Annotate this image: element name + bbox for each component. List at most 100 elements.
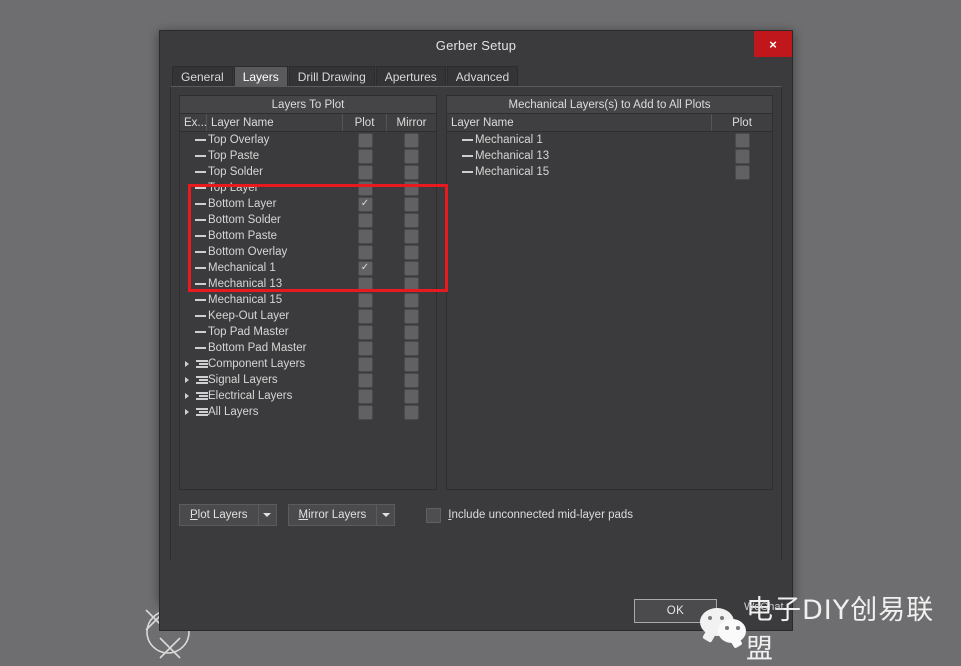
mirror-checkbox[interactable]: [404, 196, 419, 212]
layers-to-plot-list[interactable]: Top Overlay Top Paste Top Solder Top Layer B…: [179, 132, 437, 490]
mirror-checkbox[interactable]: [404, 260, 419, 276]
plot-checkbox-cell[interactable]: [343, 372, 387, 388]
mechanical-layers-list[interactable]: Mechanical 1 Mechanical 13 Mechanical 15: [446, 132, 773, 490]
tab-general[interactable]: General: [172, 66, 233, 86]
plot-checkbox[interactable]: [357, 212, 373, 228]
plot-checkbox-cell[interactable]: [343, 196, 387, 212]
mirror-checkbox-cell[interactable]: [387, 404, 436, 420]
tab-drill-drawing[interactable]: Drill Drawing: [288, 66, 375, 86]
mirror-checkbox[interactable]: [404, 308, 419, 324]
layer-row[interactable]: Mechanical 1: [180, 260, 436, 276]
plot-checkbox-cell[interactable]: [343, 292, 387, 308]
plot-checkbox-cell[interactable]: [343, 276, 387, 292]
plot-checkbox[interactable]: [357, 308, 373, 324]
mirror-checkbox[interactable]: [404, 276, 419, 292]
mirror-checkbox-cell[interactable]: [387, 372, 436, 388]
plot-checkbox-cell[interactable]: [343, 164, 387, 180]
expand-arrow-icon[interactable]: [180, 377, 193, 383]
mechanical-layer-row[interactable]: Mechanical 13: [447, 148, 772, 164]
include-unconnected-pads-row[interactable]: Include unconnected mid-layer pads: [426, 507, 633, 523]
mirror-layers-dropdown-arrow[interactable]: [376, 505, 394, 525]
mirror-checkbox-cell[interactable]: [387, 180, 436, 196]
layer-row[interactable]: Top Pad Master: [180, 324, 436, 340]
plot-checkbox[interactable]: [357, 292, 373, 308]
mirror-checkbox[interactable]: [404, 212, 419, 228]
plot-checkbox[interactable]: [357, 148, 373, 164]
mirror-checkbox[interactable]: [404, 372, 419, 388]
plot-checkbox-cell[interactable]: [343, 132, 387, 148]
mirror-checkbox[interactable]: [404, 340, 419, 356]
plot-checkbox[interactable]: [734, 164, 750, 180]
plot-checkbox[interactable]: [357, 164, 373, 180]
mirror-checkbox-cell[interactable]: [387, 196, 436, 212]
plot-checkbox[interactable]: [357, 260, 373, 276]
ok-button[interactable]: OK: [634, 599, 717, 623]
expand-arrow-icon[interactable]: [180, 361, 193, 367]
mirror-checkbox-cell[interactable]: [387, 276, 436, 292]
mirror-checkbox-cell[interactable]: [387, 292, 436, 308]
plot-checkbox[interactable]: [357, 276, 373, 292]
plot-checkbox[interactable]: [357, 180, 373, 196]
mirror-checkbox-cell[interactable]: [387, 356, 436, 372]
plot-layers-button[interactable]: Plot Layers: [179, 504, 277, 526]
layer-row[interactable]: Signal Layers: [180, 372, 436, 388]
layer-row[interactable]: Mechanical 15: [180, 292, 436, 308]
mirror-checkbox[interactable]: [404, 148, 419, 164]
plot-checkbox[interactable]: [357, 372, 373, 388]
mirror-checkbox[interactable]: [404, 388, 419, 404]
layer-row[interactable]: Bottom Overlay: [180, 244, 436, 260]
mirror-checkbox-cell[interactable]: [387, 148, 436, 164]
mirror-checkbox[interactable]: [404, 244, 419, 260]
plot-checkbox[interactable]: [357, 356, 373, 372]
plot-checkbox-cell[interactable]: [343, 260, 387, 276]
plot-checkbox[interactable]: [357, 244, 373, 260]
mirror-checkbox[interactable]: [404, 404, 419, 420]
plot-checkbox-cell[interactable]: [712, 164, 772, 180]
plot-checkbox-cell[interactable]: [343, 356, 387, 372]
plot-checkbox[interactable]: [357, 196, 373, 212]
tab-apertures[interactable]: Apertures: [375, 66, 446, 86]
plot-checkbox-cell[interactable]: [712, 148, 772, 164]
plot-checkbox-cell[interactable]: [343, 308, 387, 324]
layer-row[interactable]: Top Layer: [180, 180, 436, 196]
plot-checkbox-cell[interactable]: [343, 340, 387, 356]
mirror-checkbox-cell[interactable]: [387, 212, 436, 228]
mirror-checkbox-cell[interactable]: [387, 228, 436, 244]
mirror-checkbox[interactable]: [404, 356, 419, 372]
layer-row[interactable]: Bottom Pad Master: [180, 340, 436, 356]
plot-checkbox-cell[interactable]: [343, 180, 387, 196]
mirror-checkbox-cell[interactable]: [387, 132, 436, 148]
mirror-checkbox[interactable]: [404, 228, 419, 244]
plot-checkbox[interactable]: [734, 132, 750, 148]
layer-row[interactable]: Component Layers: [180, 356, 436, 372]
mirror-checkbox-cell[interactable]: [387, 388, 436, 404]
plot-checkbox-cell[interactable]: [343, 148, 387, 164]
mirror-checkbox-cell[interactable]: [387, 340, 436, 356]
plot-checkbox[interactable]: [357, 404, 373, 420]
plot-layers-dropdown-arrow[interactable]: [257, 505, 276, 525]
include-unconnected-pads-checkbox[interactable]: [426, 507, 442, 523]
layer-row[interactable]: Electrical Layers: [180, 388, 436, 404]
layer-row[interactable]: Top Paste: [180, 148, 436, 164]
mirror-checkbox-cell[interactable]: [387, 308, 436, 324]
layer-row[interactable]: Keep-Out Layer: [180, 308, 436, 324]
plot-checkbox[interactable]: [357, 324, 373, 340]
plot-checkbox-cell[interactable]: [343, 404, 387, 420]
plot-checkbox[interactable]: [357, 132, 373, 148]
mirror-layers-button[interactable]: Mirror Layers: [287, 504, 396, 526]
close-icon[interactable]: ×: [754, 31, 792, 57]
mirror-checkbox[interactable]: [404, 132, 419, 148]
mirror-checkbox-cell[interactable]: [387, 164, 436, 180]
mechanical-layer-row[interactable]: Mechanical 15: [447, 164, 772, 180]
mechanical-layer-row[interactable]: Mechanical 1: [447, 132, 772, 148]
layer-row[interactable]: All Layers: [180, 404, 436, 420]
layer-row[interactable]: Bottom Solder: [180, 212, 436, 228]
expand-arrow-icon[interactable]: [180, 409, 193, 415]
mirror-checkbox[interactable]: [404, 292, 419, 308]
plot-checkbox-cell[interactable]: [712, 132, 772, 148]
layer-row[interactable]: Bottom Paste: [180, 228, 436, 244]
plot-checkbox-cell[interactable]: [343, 244, 387, 260]
mirror-checkbox-cell[interactable]: [387, 260, 436, 276]
plot-checkbox-cell[interactable]: [343, 324, 387, 340]
tab-layers[interactable]: Layers: [233, 66, 288, 86]
